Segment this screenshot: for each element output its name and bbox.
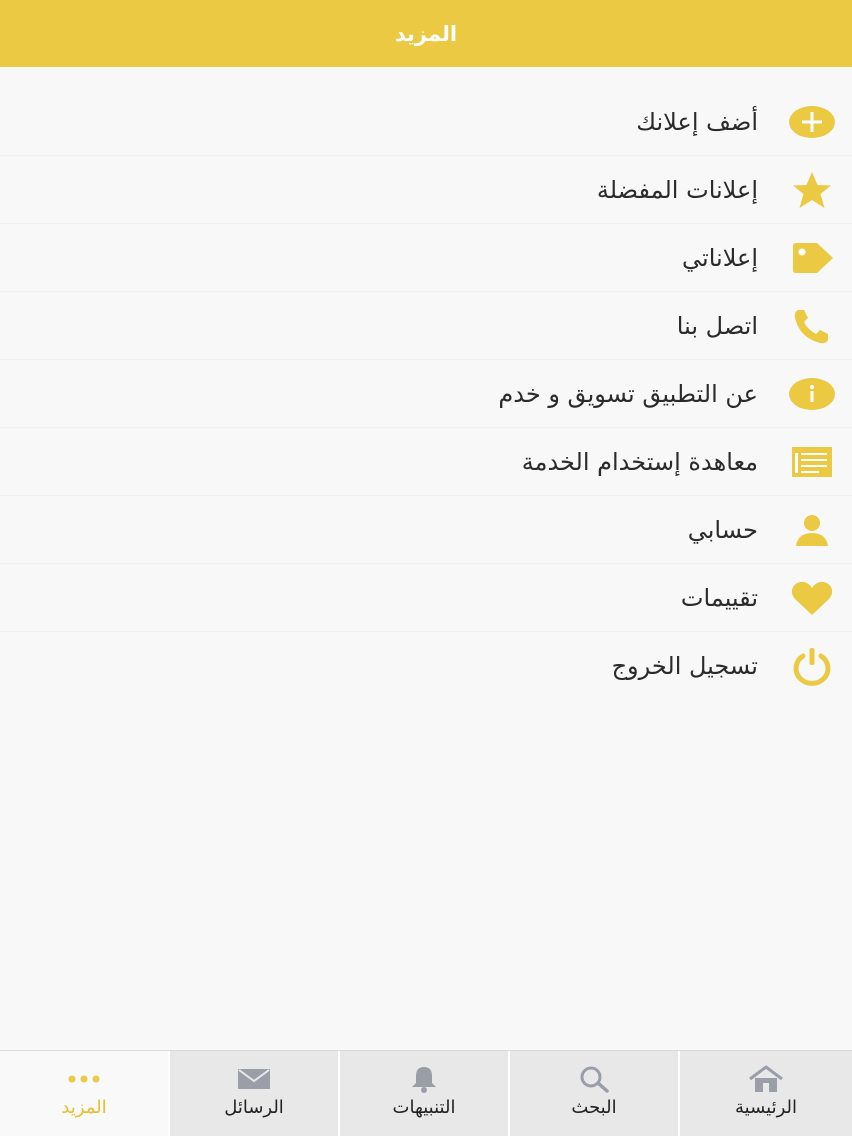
tab-search[interactable]: البحث	[510, 1051, 680, 1136]
tab-label: البحث	[571, 1097, 617, 1118]
menu-item-terms-of-service[interactable]: معاهدة إستخدام الخدمة	[0, 428, 852, 496]
power-icon	[786, 644, 838, 688]
menu-item-label: إعلاناتي	[682, 243, 758, 272]
tab-label: الرئيسية	[735, 1097, 797, 1118]
tab-more[interactable]: المزيد	[0, 1051, 170, 1136]
menu-item-add-ad[interactable]: أضف إعلانك	[0, 88, 852, 156]
tab-label: الرسائل	[224, 1097, 284, 1118]
page-title: المزيد	[394, 21, 458, 46]
menu-item-label: حسابي	[687, 515, 758, 544]
menu-item-label: إعلانات المفضلة	[596, 175, 758, 204]
tab-notifications[interactable]: التنبيهات	[340, 1051, 510, 1136]
document-icon	[786, 440, 838, 484]
home-icon	[748, 1065, 784, 1093]
more-dots-icon	[66, 1065, 102, 1093]
tab-label: التنبيهات	[392, 1097, 456, 1118]
menu-item-label: تسجيل الخروج	[611, 652, 758, 680]
tab-home[interactable]: الرئيسية	[680, 1051, 852, 1136]
menu-item-label: اتصل بنا	[676, 311, 758, 340]
menu-item-my-account[interactable]: حسابي	[0, 496, 852, 564]
menu-item-logout[interactable]: تسجيل الخروج	[0, 632, 852, 700]
menu-item-label: عن التطبيق تسويق و خدم	[498, 379, 758, 408]
menu-item-about-app[interactable]: عن التطبيق تسويق و خدم	[0, 360, 852, 428]
info-icon	[786, 372, 838, 416]
header-bar: المزيد	[0, 0, 852, 67]
search-icon	[577, 1065, 611, 1093]
user-icon	[786, 508, 838, 552]
app-screen: المزيد أضف إعلانك إعلانات المفضلة إعلانا…	[0, 0, 852, 1136]
bottom-tab-bar: المزيد الرسائل التنبيهات البحث الرئيسية	[0, 1050, 852, 1136]
menu-item-contact-us[interactable]: اتصل بنا	[0, 292, 852, 360]
tag-icon	[786, 236, 838, 280]
menu-item-label: أضف إعلانك	[636, 107, 758, 136]
plus-circle-icon	[786, 100, 838, 144]
more-menu-list: أضف إعلانك إعلانات المفضلة إعلاناتي اتصل…	[0, 88, 852, 700]
envelope-icon	[237, 1065, 271, 1093]
menu-item-label: معاهدة إستخدام الخدمة	[521, 447, 758, 476]
menu-item-favorites[interactable]: إعلانات المفضلة	[0, 156, 852, 224]
bell-icon	[408, 1065, 440, 1093]
star-icon	[786, 168, 838, 212]
menu-item-ratings[interactable]: تقييمات	[0, 564, 852, 632]
menu-item-label: تقييمات	[680, 583, 758, 612]
menu-item-my-ads[interactable]: إعلاناتي	[0, 224, 852, 292]
heart-icon	[786, 576, 838, 620]
tab-messages[interactable]: الرسائل	[170, 1051, 340, 1136]
tab-label: المزيد	[61, 1097, 107, 1118]
phone-icon	[786, 304, 838, 348]
